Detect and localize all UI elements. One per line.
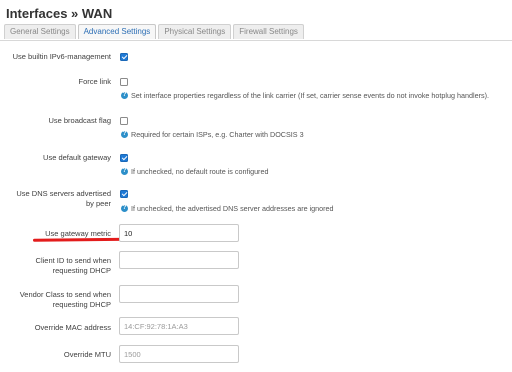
help-circle-icon: ? [121, 168, 128, 175]
default-gateway-help-text: If unchecked, no default route is config… [131, 167, 269, 176]
dns-peer-checkbox[interactable] [120, 190, 128, 198]
gateway-metric-input[interactable] [119, 224, 239, 242]
default-gateway-checkbox[interactable] [120, 154, 128, 162]
help-circle-icon: ? [121, 92, 128, 99]
default-gateway-label: Use default gateway [43, 153, 111, 162]
mtu-input[interactable] [119, 345, 239, 363]
client-id-label-line2: requesting DHCP [52, 266, 111, 275]
mac-address-input[interactable] [119, 317, 239, 335]
broadcast-flag-help-text: Required for certain ISPs, e.g. Charter … [131, 130, 304, 139]
ipv6-management-checkbox[interactable] [120, 53, 128, 61]
vendor-class-label-line1: Vendor Class to send when [19, 290, 111, 299]
tab-general-settings[interactable]: General Settings [4, 24, 76, 39]
ipv6-management-label: Use builtin IPv6-management [12, 52, 111, 61]
vendor-class-input[interactable] [119, 285, 239, 303]
vendor-class-label: Vendor Class to send when requesting DHC… [3, 290, 111, 310]
dns-peer-label-line2: by peer [85, 199, 111, 208]
force-link-help-text: Set interface properties regardless of t… [131, 91, 489, 100]
vendor-class-label-line2: requesting DHCP [52, 300, 111, 309]
help-circle-icon: ? [121, 131, 128, 138]
tab-physical-settings[interactable]: Physical Settings [158, 24, 232, 39]
broadcast-flag-checkbox[interactable] [120, 117, 128, 125]
tab-bar: General Settings Advanced Settings Physi… [4, 24, 306, 40]
dns-peer-help: ? If unchecked, the advertised DNS serve… [121, 204, 334, 213]
broadcast-flag-label: Use broadcast flag [48, 116, 111, 125]
help-circle-icon: ? [121, 205, 128, 212]
default-gateway-help: ? If unchecked, no default route is conf… [121, 167, 268, 176]
client-id-input[interactable] [119, 251, 239, 269]
client-id-label: Client ID to send when requesting DHCP [3, 256, 111, 276]
broadcast-flag-help: ? Required for certain ISPs, e.g. Charte… [121, 130, 304, 139]
dns-peer-help-text: If unchecked, the advertised DNS server … [131, 204, 334, 213]
tab-firewall-settings[interactable]: Firewall Settings [233, 24, 304, 39]
dns-peer-label-line1: Use DNS servers advertised [16, 189, 111, 198]
dns-peer-label: Use DNS servers advertised by peer [3, 189, 111, 209]
page-title: Interfaces » WAN [6, 6, 113, 21]
tab-divider [0, 40, 512, 41]
mtu-label: Override MTU [63, 350, 111, 359]
tab-advanced-settings[interactable]: Advanced Settings [77, 24, 157, 39]
force-link-help: ? Set interface properties regardless of… [121, 91, 489, 100]
mac-address-label: Override MAC address [34, 323, 111, 332]
client-id-label-line1: Client ID to send when [35, 256, 111, 265]
force-link-label: Force link [78, 77, 111, 86]
force-link-checkbox[interactable] [120, 78, 128, 86]
